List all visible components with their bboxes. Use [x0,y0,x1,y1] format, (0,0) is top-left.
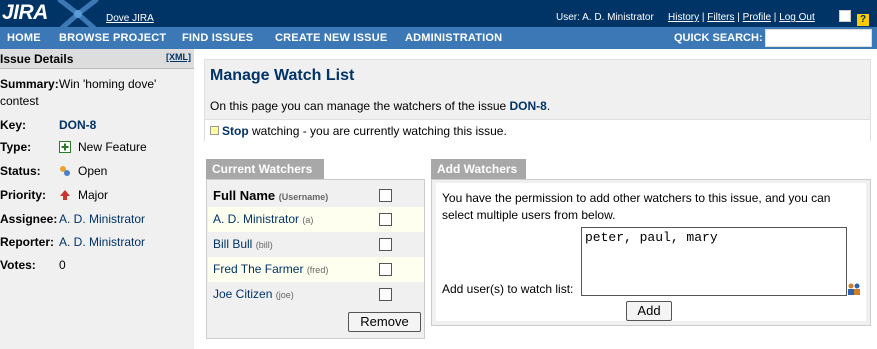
reporter-label: Reporter: [0,235,55,249]
quick-search-label: QUICK SEARCH: [674,32,763,44]
issue-link[interactable]: DON-8 [510,99,547,113]
main-nav: HOME BROWSE PROJECT FIND ISSUES CREATE N… [0,27,877,49]
watcher-row: Fred The Farmer (fred) [208,257,424,282]
watcher-name-link[interactable]: A. D. Ministrator [213,212,299,226]
app-name-link[interactable]: Dove JIRA [106,13,154,24]
issue-details-header: Issue Details [XML] [0,49,194,69]
watchers-textarea[interactable]: peter, paul, mary [581,227,847,296]
top-icons: ? [839,10,875,26]
history-link[interactable]: History [668,12,699,23]
reporter-value-wrap: A. D. Ministrator [59,235,145,249]
manage-watch-list-box: Manage Watch List On this page you can m… [204,59,871,141]
nav-administration[interactable]: ADMINISTRATION [405,32,502,44]
watcher-checkbox[interactable] [379,213,392,226]
votes-value: 0 [59,258,66,272]
full-name-header: Full Name (Username) [213,188,328,203]
watcher-name-cell: Joe Citizen (joe) [213,287,294,301]
logo-x-icon [57,0,99,28]
issue-key-link[interactable]: DON-8 [59,118,96,132]
user-links: History | Filters | Profile | Log Out [668,12,815,23]
summary-label: Summary: [0,77,59,91]
watcher-username: (a) [302,215,314,225]
stop-watching-desc: watching - you are currently watching th… [248,124,507,138]
watcher-name-cell: Bill Bull (bill) [213,237,273,251]
username-label: (Username) [278,192,329,202]
priority-value: Major [78,188,109,202]
logo-text: JIRA [2,1,48,24]
status-open-icon [60,166,70,176]
nav-browse-project[interactable]: BROWSE PROJECT [59,32,166,44]
watcher-username: (bill) [255,240,273,250]
add-watchers-tab: Add Watchers [431,159,526,179]
bullet-icon [210,126,219,135]
type-label: Type: [0,140,32,154]
summary-value-line1: Win 'homing dove' [59,77,157,91]
page-description: On this page you can manage the watchers… [210,99,550,113]
key-label: Key: [0,118,27,132]
current-user-label: User: A. D. Ministrator [556,12,654,23]
priority-label: Priority: [0,188,47,202]
status-label: Status: [0,164,41,178]
watcher-username: (joe) [275,290,294,300]
watcher-row: A. D. Ministrator (a) [208,207,424,232]
priority-up-arrow-icon [60,190,70,200]
nav-create-new-issue[interactable]: CREATE NEW ISSUE [275,32,387,44]
xml-link[interactable]: [XML] [166,52,191,62]
page-title: Manage Watch List [210,67,355,84]
remove-button[interactable]: Remove [348,312,421,332]
watchers-header-row: Full Name (Username) [208,183,424,208]
watcher-row: Bill Bull (bill) [208,232,424,257]
watcher-name-link[interactable]: Fred The Farmer [213,262,303,276]
add-watchers-description: You have the permission to add other wat… [442,191,831,222]
current-watchers-tab: Current Watchers [206,159,324,179]
watcher-checkbox[interactable] [379,238,392,251]
status-value: Open [78,164,108,178]
watcher-checkbox[interactable] [379,288,392,301]
assignee-value-wrap: A. D. Ministrator [59,212,145,226]
watcher-row: Joe Citizen (joe) [208,282,424,307]
watcher-name-link[interactable]: Joe Citizen [213,287,272,301]
votes-label: Votes: [0,258,36,272]
watcher-name-link[interactable]: Bill Bull [213,237,252,251]
select-all-checkbox[interactable] [379,189,392,202]
watcher-checkbox[interactable] [379,263,392,276]
logout-link[interactable]: Log Out [779,12,815,23]
key-value-wrap: DON-8 [59,118,96,132]
full-name-label: Full Name [213,188,276,203]
reporter-link[interactable]: A. D. Ministrator [59,235,145,249]
user-picker-icon[interactable] [847,282,861,296]
issue-details-panel: Issue Details [XML] Summary: Win 'homing… [0,49,194,349]
desc-prefix: On this page you can manage the watchers… [210,99,510,113]
current-watchers-box: Full Name (Username) A. D. Ministrator (… [206,179,425,339]
type-value: New Feature [78,140,147,154]
nav-find-issues[interactable]: FIND ISSUES [182,32,253,44]
new-feature-icon [59,141,71,153]
assignee-link[interactable]: A. D. Ministrator [59,212,145,226]
printer-icon[interactable] [839,10,851,22]
issue-details-title: Issue Details [0,52,74,66]
quick-search-input[interactable] [765,29,872,47]
watcher-name-cell: A. D. Ministrator (a) [213,212,313,226]
filters-link[interactable]: Filters [707,12,734,23]
stop-watching-text: Stop watching - you are currently watchi… [222,124,507,138]
stop-watching-row: Stop watching - you are currently watchi… [205,119,870,141]
nav-home[interactable]: HOME [7,32,41,44]
add-users-label: Add user(s) to watch list: [442,282,574,296]
watcher-name-cell: Fred The Farmer (fred) [213,262,328,276]
help-icon[interactable]: ? [857,14,869,26]
stop-watching-link[interactable]: Stop [222,124,249,138]
top-header: JIRA Dove JIRA User: A. D. Ministrator H… [0,0,877,28]
summary-value-line2: contest [0,94,39,108]
add-button[interactable]: Add [626,301,672,321]
desc-suffix: . [546,99,551,113]
assignee-label: Assignee: [0,212,58,226]
watcher-username: (fred) [306,265,329,275]
profile-link[interactable]: Profile [743,12,771,23]
